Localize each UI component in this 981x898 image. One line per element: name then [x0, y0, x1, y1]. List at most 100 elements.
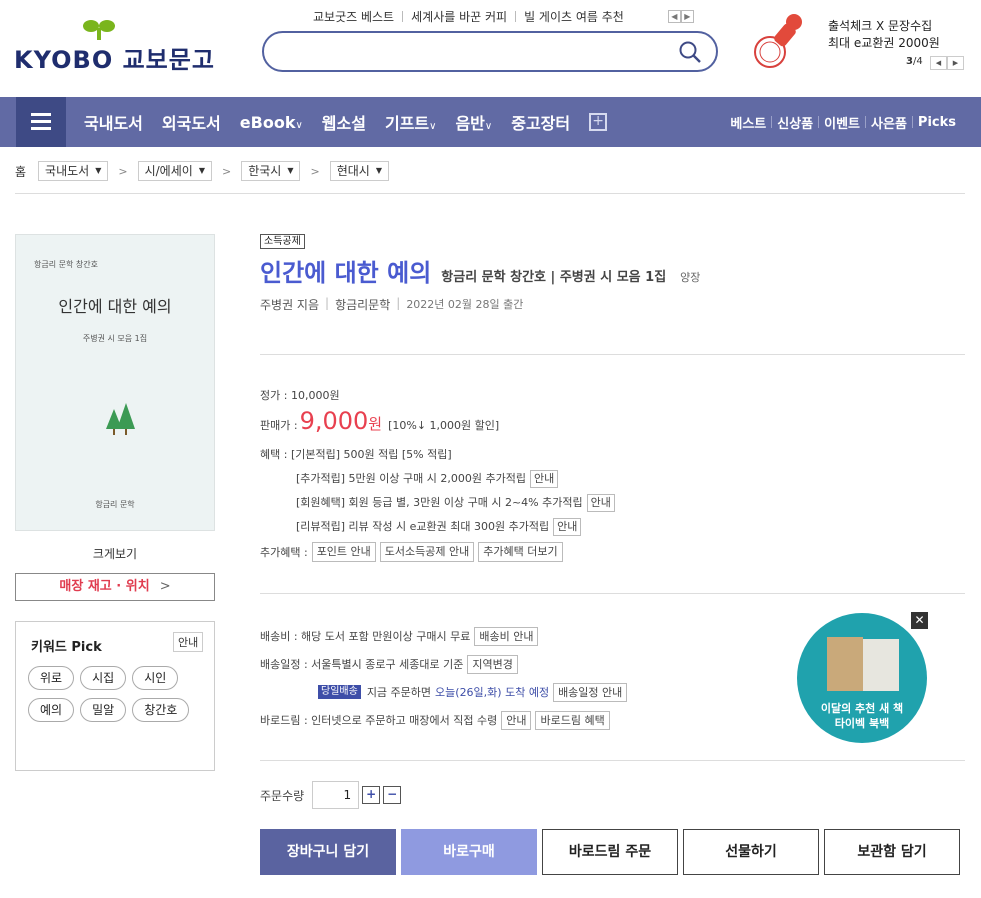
guide-button[interactable]: 안내 — [586, 494, 615, 512]
caret-down-icon: ▼ — [198, 166, 205, 175]
nav-item-music[interactable]: 음반∨ — [455, 110, 492, 134]
top-link[interactable]: 교보굿즈 베스트 — [305, 8, 402, 25]
promo-pager: 3/4 — [906, 56, 923, 67]
nav-link-best[interactable]: 베스트 — [725, 113, 771, 132]
benefit-review: [리뷰적립] 리뷰 작성 시 e교환권 최대 300원 추가적립 안내 — [260, 515, 615, 539]
keyword-title: 키워드 Pick — [31, 640, 102, 655]
nav-item-ebook[interactable]: eBook∨ — [240, 113, 303, 132]
top-links: 교보굿즈 베스트 세계사를 바꾼 커피 빌 게이츠 여름 추천 ◀ ▶ — [305, 8, 694, 25]
benefit-member: [회원혜택] 회원 등급 별, 3만원 이상 구매 시 2~4% 추가적립 안내 — [260, 491, 615, 515]
schedule-guide-button[interactable]: 배송일정 안내 — [553, 682, 628, 702]
keyword-tag[interactable]: 위로 — [28, 666, 75, 690]
nav-link-gift[interactable]: 사은품 — [866, 113, 912, 132]
top-link[interactable]: 세계사를 바꾼 커피 — [403, 8, 515, 25]
guide-button[interactable]: 안내 — [529, 470, 559, 488]
wishlist-button[interactable]: 보관함 담기 — [824, 829, 960, 875]
search-box[interactable] — [262, 31, 718, 72]
caret-down-icon: ▼ — [95, 166, 102, 175]
book-title: 인간에 대한 예의 — [260, 259, 432, 287]
list-price: 정가 : 10,000원 — [260, 389, 340, 402]
nav-item-domestic[interactable]: 국내도서 — [84, 110, 143, 134]
publish-date: 2022년 02월 28일 출간 — [406, 298, 524, 311]
cover-top-text: 항금리 문학 창간호 — [34, 260, 98, 269]
close-icon[interactable]: ✕ — [911, 612, 928, 629]
keyword-pick-box: 키워드 Pick 안내 위로 시집 시인 예의 밀알 창간호 — [15, 621, 215, 771]
attendance-promo[interactable]: 출석체크 X 문장수집 최대 e교환권 2000원 3/4 ◀ ▶ — [752, 10, 972, 76]
arrival-date: 오늘(26일,화) 도착 예정 — [435, 686, 550, 699]
cover-subtitle: 주병권 시 모음 1집 — [82, 334, 148, 343]
quantity-input[interactable]: 1 — [312, 781, 360, 809]
deduction-guide-button[interactable]: 도서소득공제 안내 — [379, 542, 475, 562]
nav-item-webnovel[interactable]: 웹소설 — [322, 110, 366, 134]
point-guide-button[interactable]: 포인트 안내 — [311, 542, 376, 562]
publisher-link[interactable]: 항금리문학 — [335, 296, 390, 313]
shipping-fee-button[interactable]: 배송비 안내 — [474, 626, 539, 646]
change-region-button[interactable]: 지역변경 — [467, 654, 518, 674]
keyword-tag[interactable]: 예의 — [28, 698, 75, 722]
nav-item-foreign[interactable]: 외국도서 — [162, 110, 221, 134]
baro-guide-button[interactable]: 안내 — [501, 710, 532, 730]
benefit-list: 혜택 : [기본적립] 500원 적립 [5% 적립] [추가적립] 5만원 이… — [260, 443, 615, 539]
book-cover[interactable]: 항금리 문학 창간호 인간에 대한 예의 주병권 시 모음 1집 항금리 문학 — [15, 234, 215, 531]
top-links-arrows: ◀ ▶ — [667, 10, 694, 23]
chevron-right-icon: > — [159, 579, 171, 594]
nav-item-used[interactable]: 중고장터 — [511, 110, 570, 134]
recommend-ad-banner[interactable]: 이달의 추천 새 책 타이벡 북백 — [797, 613, 927, 743]
next-arrow-icon[interactable]: ▶ — [680, 10, 694, 23]
breadcrumb: 홈 국내도서 ▼ > 시/에세이 ▼ > 한국시 ▼ > 현대시 ▼ — [15, 161, 389, 181]
divider — [260, 593, 965, 594]
bag-image — [827, 637, 863, 691]
quantity-stepper: 주문수량 1 + − — [260, 781, 402, 809]
top-link[interactable]: 빌 게이츠 여름 추천 — [516, 8, 632, 25]
search-icon[interactable] — [678, 40, 702, 64]
sale-price: 판매가 : 9,000 원 [10%↓ 1,000원 할인] — [260, 407, 500, 435]
chevron-down-icon: ∨ — [484, 121, 493, 132]
nav-plus-icon[interactable]: + — [589, 113, 608, 131]
nav-link-new[interactable]: 신상품 — [772, 113, 818, 132]
plus-icon[interactable]: + — [362, 786, 381, 804]
keyword-guide-button[interactable]: 안내 — [173, 632, 204, 652]
buy-now-button[interactable]: 바로구매 — [401, 829, 537, 875]
breadcrumb-home[interactable]: 홈 — [15, 163, 26, 180]
stamp-icon — [754, 14, 802, 68]
cover-title: 인간에 대한 예의 — [58, 297, 172, 316]
breadcrumb-dropdown[interactable]: 시/에세이 ▼ — [137, 161, 212, 181]
breadcrumb-dropdown[interactable]: 현대시 ▼ — [329, 161, 389, 181]
chevron-right-icon: > — [310, 164, 320, 178]
extra-benefits: 추가혜택 : 포인트 안내 도서소득공제 안내 추가혜택 더보기 — [260, 542, 563, 562]
promo-line2: 최대 e교환권 2000원 — [828, 36, 940, 50]
more-benefits-button[interactable]: 추가혜택 더보기 — [478, 542, 563, 562]
gift-button[interactable]: 선물하기 — [683, 829, 819, 875]
keyword-tag[interactable]: 시인 — [132, 666, 179, 690]
nav-link-picks[interactable]: Picks — [913, 115, 961, 130]
kyobo-logo[interactable]: KYOBO 교보문고 — [14, 14, 214, 74]
cover-publisher: 항금리 문학 — [95, 500, 135, 509]
next-arrow-icon[interactable]: ▶ — [947, 56, 964, 70]
author-link[interactable]: 주병권 지음 — [260, 296, 319, 313]
store-stock-button[interactable]: 매장 재고 · 위치 > — [15, 573, 215, 601]
author-row: 주병권 지음 | 항금리문학 | 2022년 02월 28일 출간 — [260, 296, 524, 313]
caret-down-icon: ▼ — [375, 166, 382, 175]
zoom-link[interactable]: 크게보기 — [15, 545, 215, 562]
prev-arrow-icon[interactable]: ◀ — [930, 56, 947, 70]
keyword-tag[interactable]: 창간호 — [132, 698, 190, 722]
keyword-tag[interactable]: 시집 — [80, 666, 127, 690]
baro-benefit-button[interactable]: 바로드림 혜택 — [535, 710, 610, 730]
breadcrumb-dropdown[interactable]: 국내도서 ▼ — [38, 161, 109, 181]
minus-icon[interactable]: − — [383, 786, 402, 804]
keyword-tag[interactable]: 밀알 — [80, 698, 127, 722]
nav-item-gift[interactable]: 기프트∨ — [385, 110, 437, 134]
logo-text: KYOBO 교보문고 — [14, 46, 215, 74]
nav-link-event[interactable]: 이벤트 — [819, 113, 865, 132]
caret-down-icon: ▼ — [287, 166, 294, 175]
baro-order-button[interactable]: 바로드림 주문 — [542, 829, 678, 875]
breadcrumb-dropdown[interactable]: 한국시 ▼ — [241, 161, 301, 181]
divider — [260, 354, 965, 355]
add-to-cart-button[interactable]: 장바구니 담기 — [260, 829, 396, 875]
book-title-row: 인간에 대한 예의 항금리 문학 창간호 | 주병권 시 모음 1집 양장 — [260, 253, 700, 288]
order-buttons: 장바구니 담기 바로구매 바로드림 주문 선물하기 보관함 담기 — [260, 829, 965, 875]
guide-button[interactable]: 안내 — [553, 518, 582, 536]
chevron-down-icon: ∨ — [429, 121, 437, 132]
hamburger-menu-icon[interactable] — [16, 97, 66, 147]
prev-arrow-icon[interactable]: ◀ — [667, 10, 681, 23]
